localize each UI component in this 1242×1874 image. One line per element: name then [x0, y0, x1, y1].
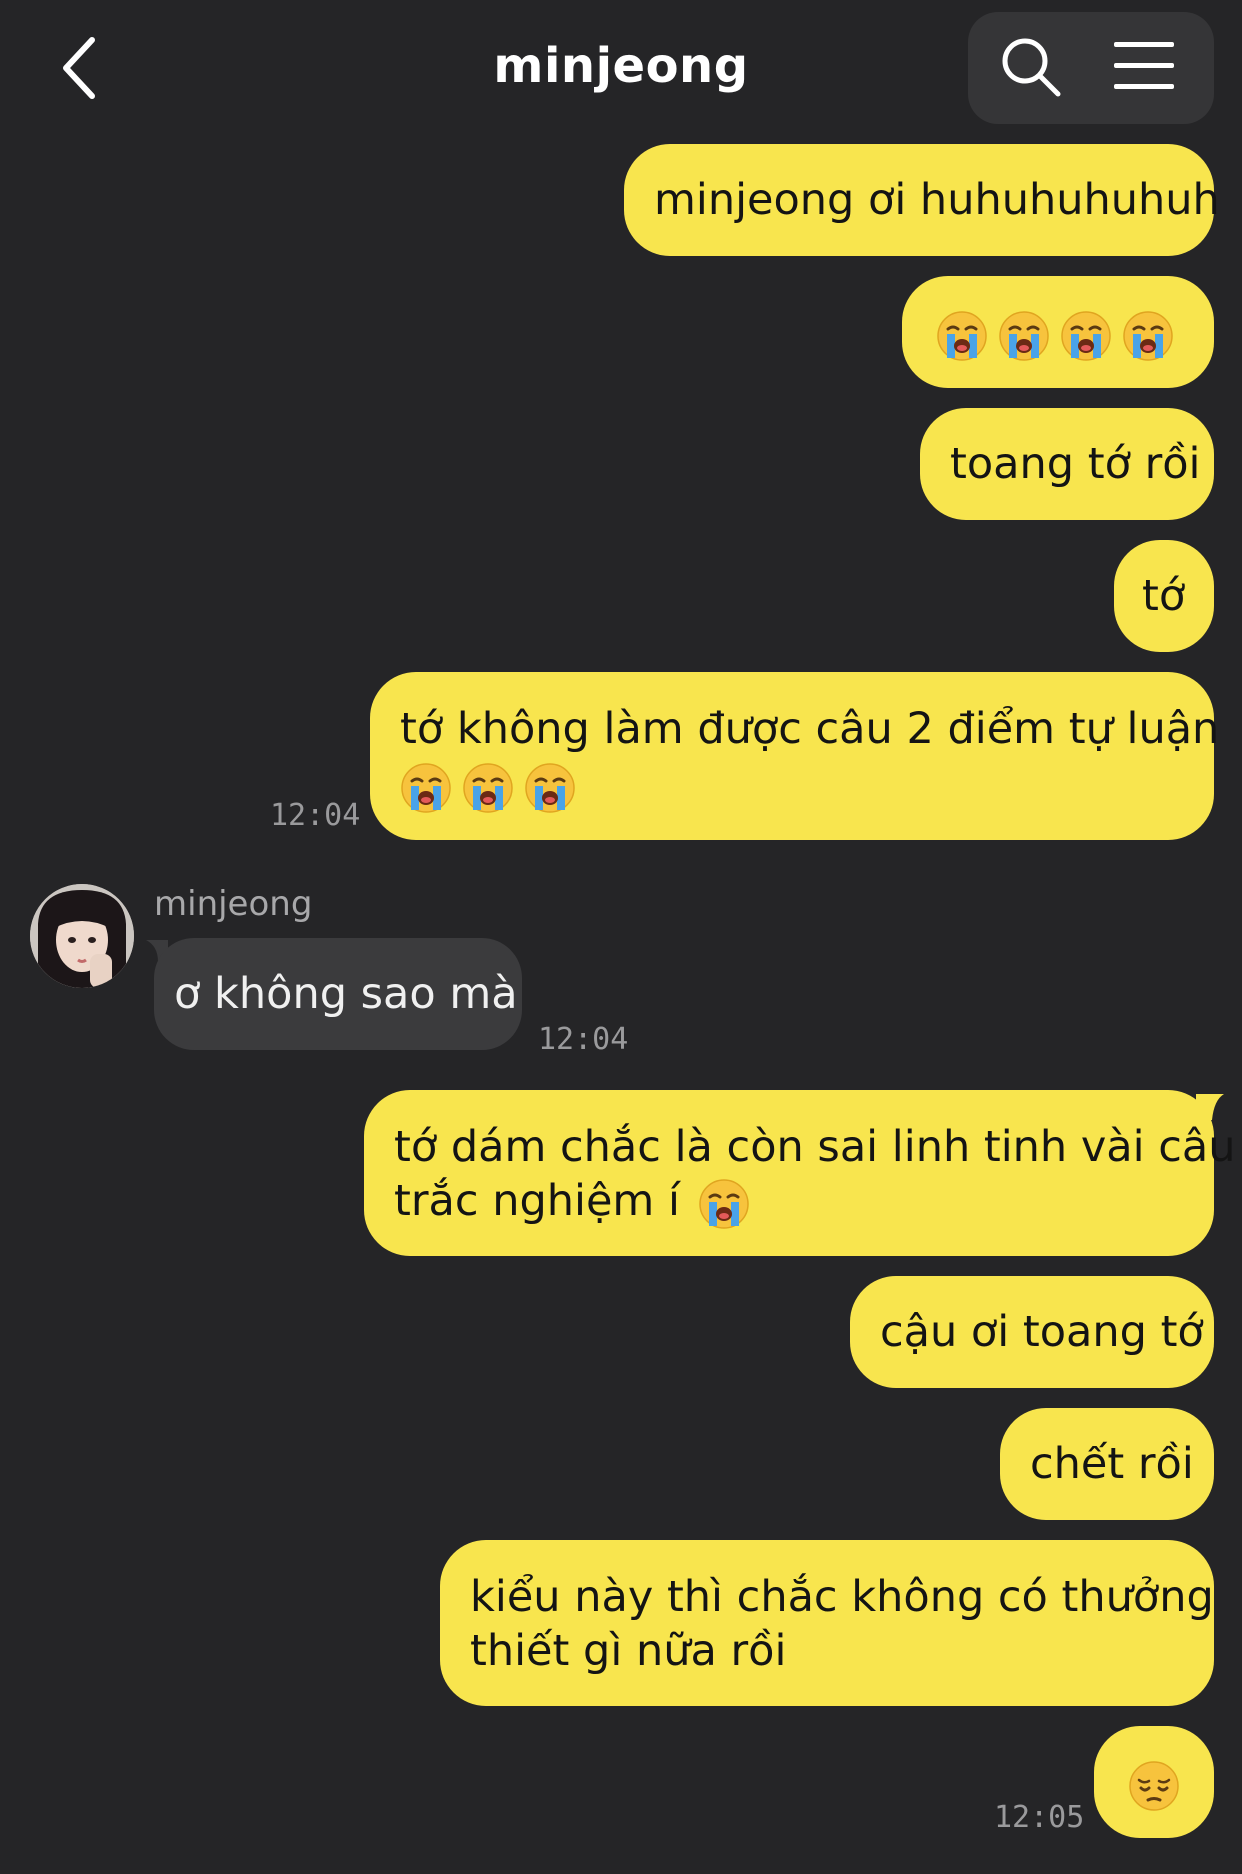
message-text: minjeong ơi huhuhuhuhuh — [654, 175, 1220, 225]
message-text: ơ không sao mà — [174, 969, 518, 1019]
outgoing-message[interactable]: minjeong ơi huhuhuhuhuh — [624, 144, 1220, 256]
header-actions — [968, 12, 1214, 124]
message-text: tớ — [1142, 571, 1186, 621]
avatar[interactable] — [30, 884, 134, 988]
message-text-line: thiết gì nữa rồi — [470, 1626, 787, 1676]
pensive-face-icon — [1128, 1760, 1180, 1812]
outgoing-message[interactable]: tớ dám chắc là còn sai linh tinh vài câu… — [364, 1090, 1236, 1256]
message-text: toang tớ rồi — [950, 439, 1201, 489]
message-text-line: trắc nghiệm í — [394, 1176, 680, 1226]
sender-name: minjeong — [154, 884, 313, 924]
top-bar: minjeong — [0, 0, 1242, 140]
outgoing-message[interactable]: kiểu này thì chắc không có thưởng thiết … — [440, 1540, 1214, 1706]
loudly-crying-face-icon — [936, 310, 988, 362]
message-time: 12:04 — [538, 1022, 629, 1057]
outgoing-message[interactable] — [1094, 1726, 1214, 1838]
loudly-crying-face-icon — [698, 1178, 750, 1230]
message-text: chết rồi — [1030, 1439, 1194, 1489]
outgoing-message[interactable] — [902, 276, 1214, 388]
loudly-crying-face-icon — [1060, 310, 1112, 362]
message-text-line: kiểu này thì chắc không có thưởng — [470, 1572, 1214, 1622]
loudly-crying-face-icon — [524, 762, 576, 814]
outgoing-message[interactable]: tớ không làm được câu 2 điểm tự luận — [370, 672, 1220, 840]
message-time: 12:04 — [270, 798, 361, 833]
outgoing-message[interactable]: tớ — [1114, 540, 1214, 652]
message-text: cậu ơi toang tớ — [880, 1307, 1204, 1357]
message-text: tớ không làm được câu 2 điểm tự luận — [400, 704, 1220, 754]
loudly-crying-face-icon — [1122, 310, 1174, 362]
hamburger-menu-icon[interactable] — [1112, 36, 1176, 96]
outgoing-message[interactable]: toang tớ rồi — [920, 408, 1214, 520]
outgoing-message[interactable]: cậu ơi toang tớ — [850, 1276, 1214, 1388]
message-text-line: tớ dám chắc là còn sai linh tinh vài câu — [394, 1122, 1236, 1172]
outgoing-message[interactable]: chết rồi — [1000, 1408, 1214, 1520]
incoming-message[interactable]: ơ không sao mà — [154, 938, 522, 1050]
message-time: 12:05 — [994, 1800, 1085, 1835]
loudly-crying-face-icon — [998, 310, 1050, 362]
loudly-crying-face-icon — [462, 762, 514, 814]
loudly-crying-face-icon — [400, 762, 452, 814]
search-icon[interactable] — [996, 32, 1066, 102]
